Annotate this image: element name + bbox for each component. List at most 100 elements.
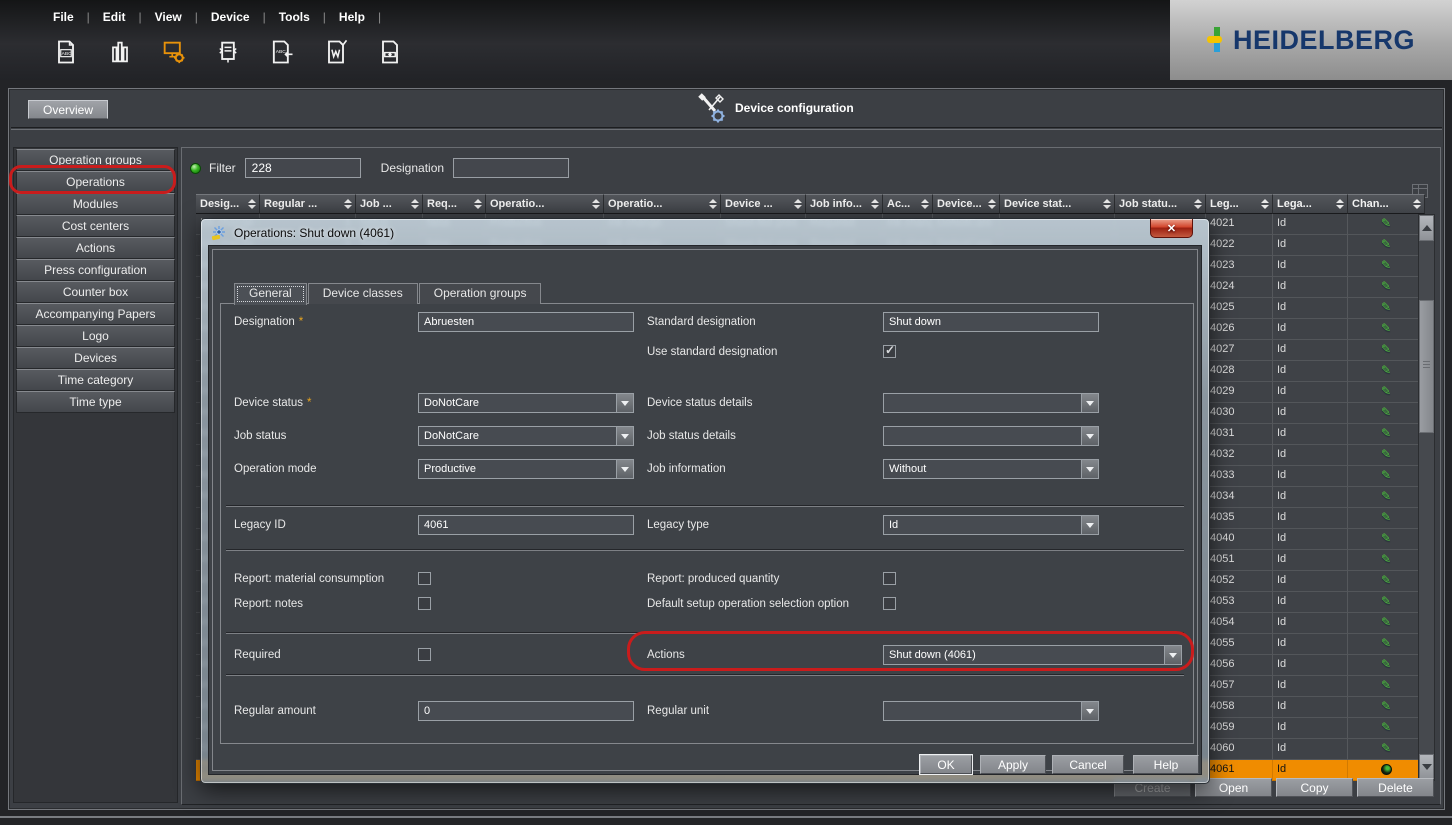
column-header-leg[interactable]: Leg... — [1206, 194, 1273, 214]
column-header-job-statu[interactable]: Job statu... — [1115, 194, 1206, 214]
column-header-label: Job statu... — [1119, 198, 1178, 210]
column-header-device[interactable]: Device ... — [721, 194, 806, 214]
sidebar-item-modules[interactable]: Modules — [16, 193, 175, 215]
sort-arrows-icon[interactable] — [343, 199, 352, 209]
menu-help[interactable]: Help — [326, 8, 378, 26]
column-header-job-info[interactable]: Job info... — [806, 194, 883, 214]
sort-arrows-icon[interactable] — [920, 199, 929, 209]
sidebar-item-devices[interactable]: Devices — [16, 347, 175, 369]
apply-button[interactable]: Apply — [980, 755, 1046, 774]
overview-tab[interactable]: Overview — [28, 100, 108, 119]
regular-unit-dropdown[interactable] — [883, 701, 1099, 721]
column-header-operatio[interactable]: Operatio... — [604, 194, 721, 214]
press-device-icon[interactable] — [212, 36, 244, 68]
print-queue-icon[interactable] — [104, 36, 136, 68]
table-cell: 4035 — [1206, 508, 1273, 529]
scroll-up-button[interactable] — [1419, 215, 1434, 241]
sort-arrows-icon[interactable] — [1260, 199, 1269, 209]
column-header-operatio[interactable]: Operatio... — [486, 194, 604, 214]
sort-arrows-icon[interactable] — [473, 199, 482, 209]
required-checkbox[interactable] — [418, 648, 431, 661]
legacy-id-input[interactable] — [418, 515, 634, 535]
document-w-check-icon[interactable] — [320, 36, 352, 68]
default-setup-checkbox[interactable] — [883, 597, 896, 610]
sidebar-item-accompanying-papers[interactable]: Accompanying Papers — [16, 303, 175, 325]
document-import-icon[interactable]: ABC — [266, 36, 298, 68]
sort-arrows-icon[interactable] — [591, 199, 600, 209]
standard-designation-input[interactable] — [883, 312, 1099, 332]
sort-arrows-icon[interactable] — [793, 199, 802, 209]
job-information-dropdown[interactable]: Without — [883, 459, 1099, 479]
column-header-ac[interactable]: Ac... — [883, 194, 933, 214]
regular-amount-input[interactable] — [418, 701, 634, 721]
delete-button[interactable]: Delete — [1357, 778, 1434, 797]
sort-arrows-icon[interactable] — [1335, 199, 1344, 209]
svg-text:ABC: ABC — [62, 51, 73, 57]
table-cell: 4054 — [1206, 613, 1273, 634]
sort-arrows-icon[interactable] — [247, 199, 256, 209]
menu-device[interactable]: Device — [198, 8, 263, 26]
designation-input[interactable] — [418, 312, 634, 332]
scrollbar-thumb[interactable] — [1419, 300, 1434, 433]
sort-arrows-icon[interactable] — [870, 199, 879, 209]
document-link-icon[interactable] — [374, 36, 406, 68]
report-quantity-checkbox[interactable] — [883, 572, 896, 585]
document-abc-icon[interactable]: ABC — [50, 36, 82, 68]
column-header-desig[interactable]: Desig... — [196, 194, 260, 214]
change-edit-icon: ✎ — [1380, 720, 1392, 734]
column-header-device[interactable]: Device... — [933, 194, 1000, 214]
actions-dropdown[interactable]: Shut down (4061) — [883, 645, 1182, 665]
sidebar-item-actions[interactable]: Actions — [16, 237, 175, 259]
menu-tools[interactable]: Tools — [266, 8, 323, 26]
table-cell: 4031 — [1206, 424, 1273, 445]
use-standard-designation-checkbox[interactable] — [883, 343, 896, 358]
sort-arrows-icon[interactable] — [1193, 199, 1202, 209]
menu-file[interactable]: File — [40, 8, 87, 26]
sidebar-item-cost-centers[interactable]: Cost centers — [16, 215, 175, 237]
column-header-device-stat[interactable]: Device stat... — [1000, 194, 1115, 214]
device-configuration-tool-icon[interactable] — [158, 36, 190, 68]
scroll-down-button[interactable] — [1419, 754, 1434, 780]
column-header-chan[interactable]: Chan... — [1348, 194, 1425, 214]
sidebar-item-press-configuration[interactable]: Press configuration — [16, 259, 175, 281]
cancel-button[interactable]: Cancel — [1052, 755, 1124, 774]
sidebar-item-time-category[interactable]: Time category — [16, 369, 175, 391]
sidebar-item-operation-groups[interactable]: Operation groups — [16, 149, 175, 171]
menu-edit[interactable]: Edit — [90, 8, 139, 26]
tab-device-classes[interactable]: Device classes — [307, 283, 418, 304]
sort-arrows-icon[interactable] — [987, 199, 996, 209]
sort-arrows-icon[interactable] — [708, 199, 717, 209]
close-button[interactable]: ✕ — [1150, 219, 1193, 238]
sort-arrows-icon[interactable] — [1412, 199, 1421, 209]
device-status-details-dropdown[interactable] — [883, 393, 1099, 413]
sidebar-item-counter-box[interactable]: Counter box — [16, 281, 175, 303]
vertical-scrollbar[interactable] — [1418, 214, 1435, 781]
sidebar-item-time-type[interactable]: Time type — [16, 391, 175, 413]
column-header-lega[interactable]: Lega... — [1273, 194, 1348, 214]
ok-button[interactable]: OK — [920, 755, 972, 774]
tab-operation-groups[interactable]: Operation groups — [418, 283, 542, 304]
sidebar-item-operations[interactable]: Operations — [16, 171, 175, 193]
operation-mode-dropdown[interactable]: Productive — [418, 459, 634, 479]
designation-filter-input[interactable] — [453, 158, 570, 178]
help-button[interactable]: Help — [1133, 755, 1199, 774]
report-notes-checkbox[interactable] — [418, 597, 431, 610]
required-asterisk: * — [298, 316, 304, 328]
copy-button[interactable]: Copy — [1276, 778, 1353, 797]
sort-arrows-icon[interactable] — [1102, 199, 1111, 209]
dialog-titlebar[interactable]: Operations: Shut down (4061) — [211, 223, 394, 243]
filter-input[interactable] — [244, 158, 361, 178]
column-header-regular[interactable]: Regular ... — [260, 194, 356, 214]
sort-arrows-icon[interactable] — [410, 199, 419, 209]
report-material-checkbox[interactable] — [418, 572, 431, 585]
job-status-dropdown[interactable]: DoNotCare — [418, 426, 634, 446]
sidebar-item-logo[interactable]: Logo — [16, 325, 175, 347]
menu-view[interactable]: View — [142, 8, 195, 26]
job-status-details-dropdown[interactable] — [883, 426, 1099, 446]
device-status-dropdown[interactable]: DoNotCare — [418, 393, 634, 413]
tab-general[interactable]: General — [234, 283, 307, 305]
change-edit-icon: ✎ — [1380, 510, 1392, 524]
column-header-req[interactable]: Req... — [423, 194, 486, 214]
legacy-type-dropdown[interactable]: Id — [883, 515, 1099, 535]
column-header-job[interactable]: Job ... — [356, 194, 423, 214]
